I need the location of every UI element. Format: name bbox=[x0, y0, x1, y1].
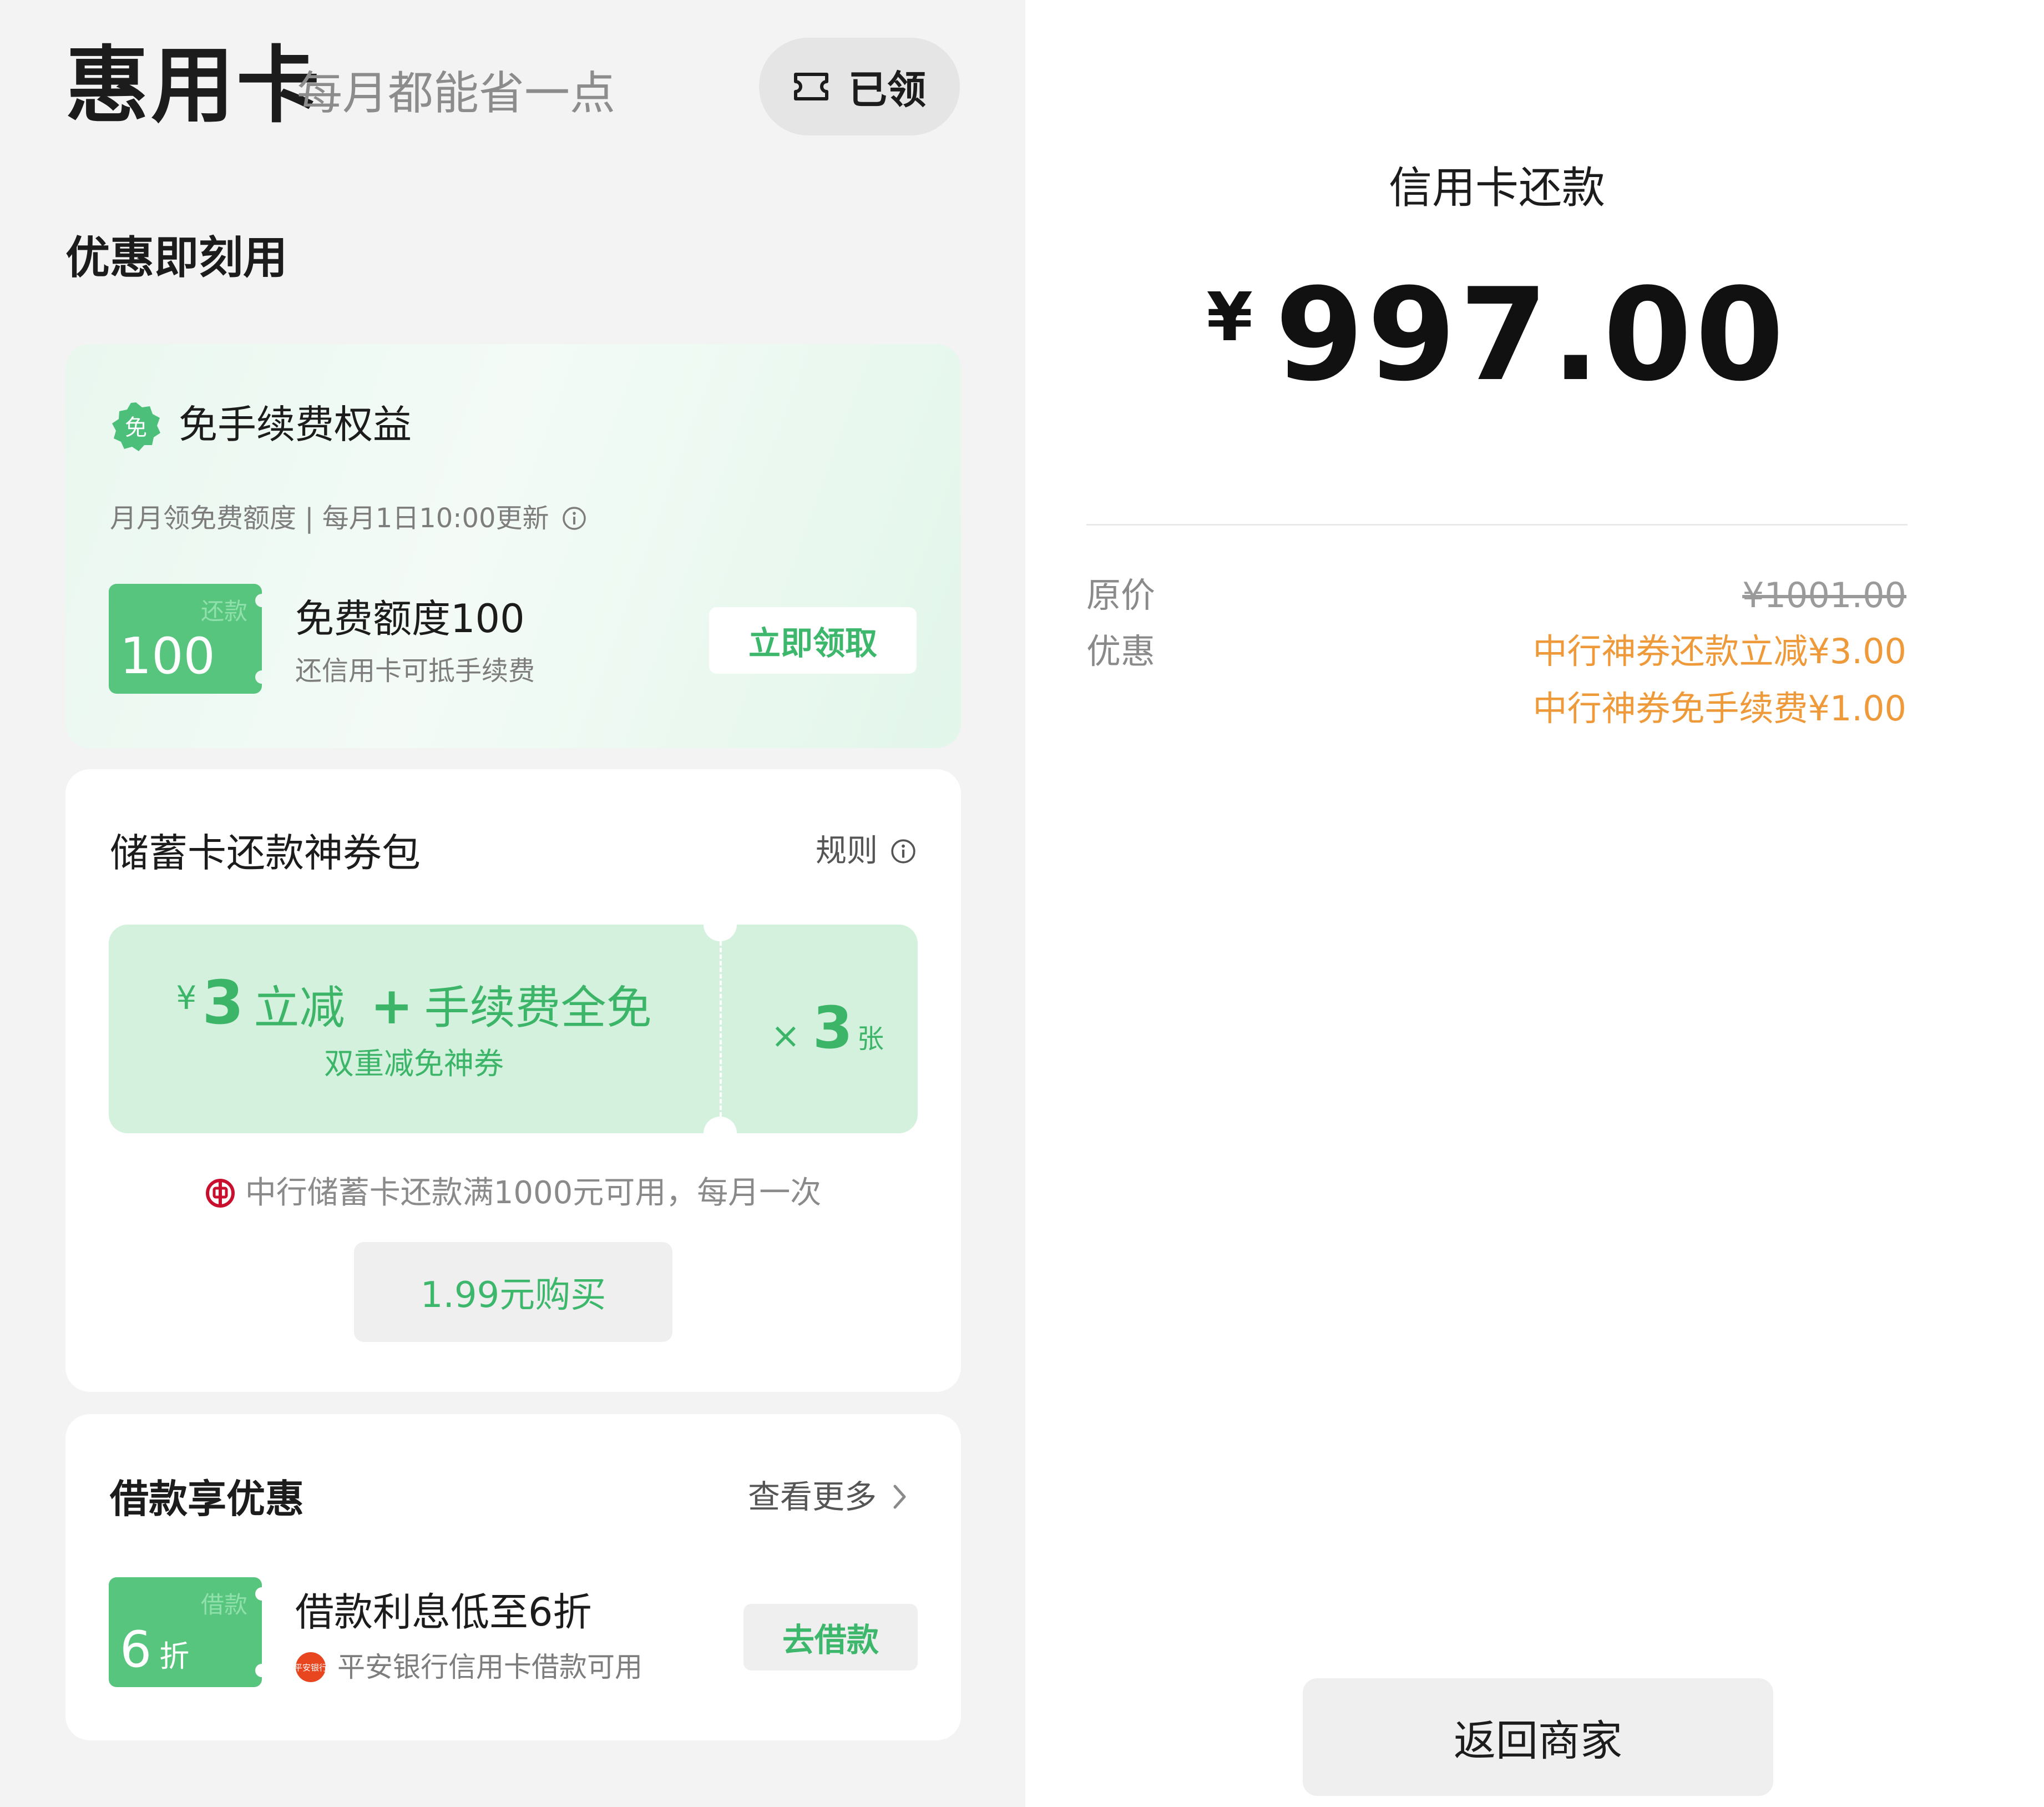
coupon-condition: 中行储蓄卡还款满1000元可用，每月一次 bbox=[65, 1178, 961, 1209]
pingan-logo-icon: 平安银行 bbox=[295, 1652, 326, 1682]
ticket-icon bbox=[794, 73, 828, 100]
rules-label: 规则 bbox=[816, 833, 878, 869]
fee-quota-title: 免费额度100 bbox=[295, 596, 525, 642]
payment-result-panel: 信用卡还款 ¥997.00 原价 ¥1001.00 优惠 中行神券还款立减¥3.… bbox=[1025, 0, 2044, 1807]
claimed-button[interactable]: 已领 bbox=[759, 38, 960, 135]
coupon-count-number: 3 bbox=[812, 994, 853, 1062]
coupon-condition-text: 中行储蓄卡还款满1000元可用，每月一次 bbox=[245, 1175, 822, 1211]
loan-ticket-unit: 折 bbox=[159, 1639, 190, 1674]
buy-button[interactable]: 1.99元购买 bbox=[354, 1242, 672, 1342]
fee-benefit-card: 免 免手续费权益 月月领免费额度 | 每月1日10:00更新 还款 100 免费… bbox=[65, 344, 961, 748]
see-more-label: 查看更多 bbox=[747, 1478, 877, 1516]
coupon-fee-text: 手续费全免 bbox=[424, 982, 652, 1034]
payment-amount: ¥997.00 bbox=[1025, 272, 1969, 400]
coupon-subtitle: 双重减免神券 bbox=[324, 1046, 504, 1081]
divider bbox=[1086, 524, 1908, 526]
coupon-yen: ¥ bbox=[176, 979, 197, 1017]
info-icon[interactable] bbox=[561, 506, 587, 531]
discount-label: 优惠 bbox=[1086, 631, 1156, 672]
original-price-value: ¥1001.00 bbox=[1742, 575, 1906, 615]
discount-item-1: 中行神券还款立减¥3.00 bbox=[1532, 631, 1907, 672]
double-discount-coupon: ¥3 立减 + 手续费全免 双重减免神券 × 3 张 bbox=[109, 925, 918, 1133]
see-more-link[interactable]: 查看更多 bbox=[748, 1481, 908, 1513]
fee-ticket-value: 100 bbox=[120, 627, 215, 685]
info-icon bbox=[891, 839, 915, 864]
claim-now-button[interactable]: 立即领取 bbox=[709, 607, 917, 674]
fee-benefit-title: 免手续费权益 bbox=[179, 402, 412, 447]
loan-offer-desc-text: 平安银行信用卡借款可用 bbox=[337, 1651, 642, 1683]
loan-offer-desc: 平安银行 平安银行信用卡借款可用 bbox=[295, 1652, 642, 1683]
benefit-card-panel: 惠用卡 每月都能省一点 已领 优惠即刻用 免 免手续费权益 月月领免费额度 | … bbox=[0, 0, 1025, 1807]
loan-ticket-number: 6 bbox=[120, 1621, 152, 1679]
loan-offer-title: 借款利息低至6折 bbox=[295, 1589, 592, 1635]
claimed-label: 已领 bbox=[848, 67, 926, 113]
payment-currency: ¥ bbox=[1206, 279, 1253, 356]
fee-ticket-tag: 还款 bbox=[200, 598, 247, 625]
coupon-perforation bbox=[720, 941, 722, 1117]
boc-logo-icon bbox=[205, 1179, 235, 1208]
section-title: 优惠即刻用 bbox=[65, 232, 287, 284]
page-title: 惠用卡 bbox=[65, 38, 322, 134]
back-to-merchant-button[interactable]: 返回商家 bbox=[1303, 1678, 1773, 1796]
coupon-count-unit: 张 bbox=[857, 1023, 884, 1054]
rules-link[interactable]: 规则 bbox=[816, 836, 917, 867]
loan-ticket-value: 6折 bbox=[120, 1625, 189, 1675]
page-subtitle: 每月都能省一点 bbox=[297, 67, 616, 120]
original-price-label: 原价 bbox=[1086, 575, 1156, 615]
mian-badge-icon: 免 bbox=[112, 402, 160, 451]
coupon-count: × 3 张 bbox=[737, 999, 918, 1057]
coupon-headline: ¥3 立减 + 手续费全免 bbox=[109, 973, 719, 1033]
coupon-pack-card: 储蓄卡还款神券包 规则 ¥3 立减 + 手续费全免 双重减免神券 × 3 张 中… bbox=[65, 769, 961, 1392]
coupon-notch bbox=[704, 925, 737, 941]
chevron-right-icon bbox=[893, 1485, 906, 1509]
go-loan-button[interactable]: 去借款 bbox=[743, 1604, 918, 1670]
mian-badge-text: 免 bbox=[125, 415, 147, 441]
loan-ticket: 借款 6折 bbox=[109, 1577, 262, 1687]
pingan-logo-text: 平安银行 bbox=[295, 1663, 326, 1673]
coupon-discount-amount: 3 bbox=[202, 968, 244, 1038]
payment-title: 信用卡还款 bbox=[1388, 163, 1605, 213]
loan-card: 借款享优惠 查看更多 借款 6折 借款利息低至6折 平安银行 平安银行信用卡借款… bbox=[65, 1414, 961, 1740]
coupon-times-symbol: × bbox=[770, 1016, 801, 1057]
coupon-discount-text: 立减 bbox=[254, 982, 345, 1034]
loan-ticket-tag: 借款 bbox=[200, 1591, 247, 1618]
discount-item-2: 中行神券免手续费¥1.00 bbox=[1532, 688, 1907, 729]
fee-benefit-note-text: 月月领免费额度 | 每月1日10:00更新 bbox=[110, 503, 549, 534]
coupon-notch bbox=[704, 1117, 737, 1133]
fee-quota-desc: 还信用卡可抵手续费 bbox=[295, 655, 535, 687]
payment-amount-value: 997.00 bbox=[1274, 261, 1788, 410]
fee-benefit-note: 月月领免费额度 | 每月1日10:00更新 bbox=[110, 505, 587, 532]
fee-ticket: 还款 100 bbox=[109, 584, 262, 694]
coupon-pack-title: 储蓄卡还款神券包 bbox=[110, 830, 421, 876]
loan-title: 借款享优惠 bbox=[110, 1476, 304, 1522]
coupon-plus: + bbox=[370, 976, 413, 1036]
